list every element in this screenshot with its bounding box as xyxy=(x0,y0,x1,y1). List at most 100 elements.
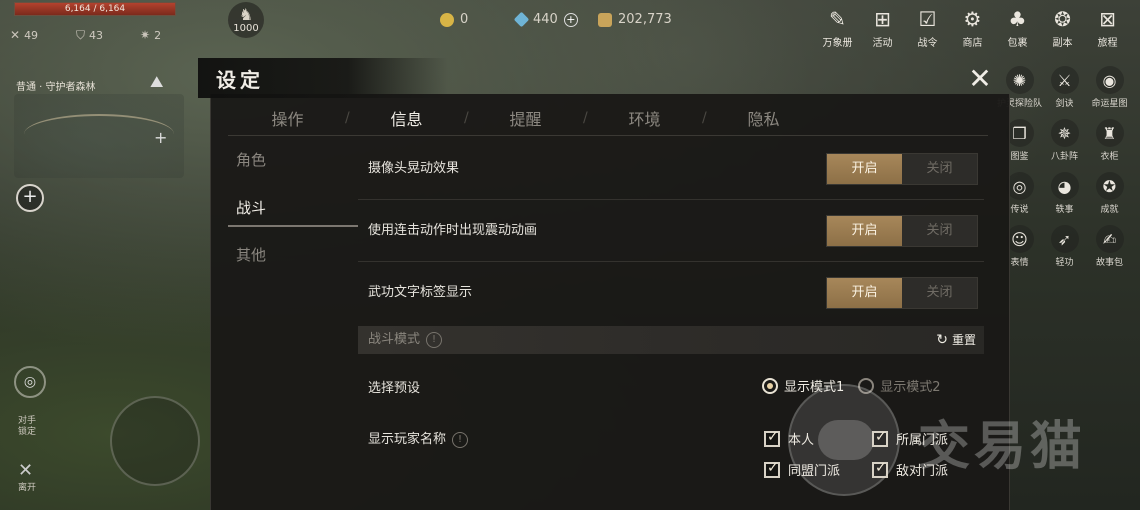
sword-icon: ⚔ xyxy=(1050,66,1079,94)
side-menu-item-story[interactable]: ✍ 故事包 xyxy=(1087,225,1132,268)
currency-3: 202,773 xyxy=(598,12,672,27)
camera-shake-toggle: 开启 关闭 xyxy=(826,153,978,185)
side-menu-item-wardrobe[interactable]: ♜ 衣柜 xyxy=(1087,119,1132,162)
preset-label: 选择预设 xyxy=(368,381,421,396)
info-icon[interactable]: ! xyxy=(452,431,469,448)
target-lock-icon[interactable]: ◎ xyxy=(14,366,46,398)
side-menu-item-bagua[interactable]: ✵ 八卦阵 xyxy=(1042,119,1087,162)
dialog-title: 设定 xyxy=(216,68,264,92)
top-menu-item-battlepass[interactable]: ☑ 战令 xyxy=(905,6,950,49)
player-names-label: 显示玩家名称 xyxy=(368,432,447,447)
info-icon[interactable]: ! xyxy=(426,331,443,348)
checkbox-own-sect[interactable]: 所属门派 xyxy=(872,429,948,448)
stat-attack: ✕ 49 xyxy=(10,28,38,42)
star-burst-icon: ✷ xyxy=(140,28,151,42)
toggle-on-option[interactable]: 开启 xyxy=(827,154,902,184)
currency-2-value: 440 xyxy=(533,12,558,27)
lock-icon: ◉ xyxy=(1095,66,1124,94)
side-menu-item-anecdote[interactable]: ◕ 轶事 xyxy=(1042,172,1087,215)
top-menu-item-wanxiangce[interactable]: ✎ 万象册 xyxy=(815,6,860,49)
watermark-cat-face xyxy=(818,420,874,460)
checkbox-label: 敌对门派 xyxy=(896,464,949,479)
toggle-on-option[interactable]: 开启 xyxy=(827,216,902,246)
journey-icon: ⊠ xyxy=(1099,7,1116,31)
subnav-item-character[interactable]: 角色 xyxy=(228,140,358,185)
shield-icon: ⛉ xyxy=(76,28,86,42)
hp-bar: 6,164 / 6,164 xyxy=(14,2,176,16)
checkbox-enemy-sect[interactable]: 敌对门派 xyxy=(872,460,948,479)
level-badge[interactable]: ♞ 1000 xyxy=(228,2,264,38)
toggle-on-option[interactable]: 开启 xyxy=(827,278,902,308)
refresh-icon: ↻ xyxy=(936,332,948,348)
close-button[interactable]: ✕ xyxy=(964,64,996,96)
gold-coin-icon xyxy=(440,12,454,27)
top-menu-item-bag[interactable]: ♣ 包裹 xyxy=(995,6,1040,49)
achievement-icon: ✪ xyxy=(1095,172,1124,200)
map-location: 昔通 · 守护者森林 xyxy=(16,82,96,93)
leave-icon[interactable]: ✕ xyxy=(18,460,33,481)
settings-subnav: 角色 战斗 其他 xyxy=(228,140,358,280)
movement-joystick[interactable] xyxy=(110,396,200,486)
setting-label: 武功文字标签显示 xyxy=(368,285,473,300)
gift-icon: ⊞ xyxy=(874,7,891,31)
checkbox-allied-sect[interactable]: 同盟门派 xyxy=(764,460,840,479)
setting-label: 摄像头晃动效果 xyxy=(368,161,460,176)
subnav-item-other[interactable]: 其他 xyxy=(228,235,358,280)
checkbox-label: 所属门派 xyxy=(896,433,949,448)
currency-1-value: 0 xyxy=(460,12,469,27)
setting-row-skill-label: 武功文字标签显示 开启 关闭 xyxy=(358,262,984,324)
top-menu-item-dungeon[interactable]: ❂ 副本 xyxy=(1040,6,1085,49)
currency-3-value: 202,773 xyxy=(618,12,672,27)
level-value: 1000 xyxy=(233,22,259,34)
top-menu-item-journey[interactable]: ⊠ 旅程 xyxy=(1085,6,1130,49)
tab-environment[interactable]: 环境 xyxy=(585,106,704,130)
character-icon: ♞ xyxy=(238,4,254,24)
checkbox-label: 同盟门派 xyxy=(788,464,841,479)
silver-ingot-icon xyxy=(598,12,612,27)
minimap-path xyxy=(24,114,174,154)
tab-reminders[interactable]: 提醒 xyxy=(466,106,585,130)
side-menu-item-starmap[interactable]: ◉ 命运星图 xyxy=(1087,66,1132,109)
stat-crit: ✷ 2 xyxy=(140,28,161,42)
checkbox-icon: ☑ xyxy=(918,7,937,31)
book-icon: ✎ xyxy=(829,7,846,31)
bagua-icon: ✵ xyxy=(1050,119,1079,147)
setting-row-combo-vibration: 使用连击动作时出现震动动画 开启 关闭 xyxy=(358,200,984,262)
subnav-item-combat[interactable]: 战斗 xyxy=(228,193,358,227)
top-menu-item-shop[interactable]: ⚙ 商店 xyxy=(950,6,995,49)
map-zoom-plus-icon[interactable]: + xyxy=(154,128,167,147)
gem-icon xyxy=(513,11,530,28)
tab-controls[interactable]: 操作 xyxy=(228,106,347,130)
story-icon: ✍ xyxy=(1095,225,1124,253)
side-menu-item-qinggong[interactable]: ➶ 轻功 xyxy=(1042,225,1087,268)
toggle-off-option[interactable]: 关闭 xyxy=(902,278,977,308)
wardrobe-icon: ♜ xyxy=(1095,119,1124,147)
radio-label: 显示模式2 xyxy=(880,380,941,395)
checkbox-box xyxy=(872,429,888,447)
tab-info[interactable]: 信息 xyxy=(347,106,466,130)
side-menu: ✺ 护灵探险队 ⚔ 剑诀 ◉ 命运星图 ❒ 图鉴 ✵ 八卦阵 ♜ 衣柜 ◎ 传说 ◕ 轶事 ✪ 成… xyxy=(997,66,1132,268)
tab-privacy[interactable]: 隐私 xyxy=(704,106,823,130)
hp-text: 6,164 / 6,164 xyxy=(64,4,126,14)
reset-label: 重置 xyxy=(951,333,976,347)
setting-label: 使用连击动作时出现震动动画 xyxy=(368,223,538,238)
checkbox-box xyxy=(872,460,888,478)
top-menu-item-activity[interactable]: ⊞ 活动 xyxy=(860,6,905,49)
map-toggle-icon[interactable]: ⛰ xyxy=(150,72,163,92)
leave-label: 离开 xyxy=(18,483,37,493)
section-label: 战斗模式! xyxy=(368,326,443,354)
stat-defense-value: 43 xyxy=(89,29,104,42)
checkbox-box xyxy=(764,429,780,447)
side-menu-item-sword[interactable]: ⚔ 剑诀 xyxy=(1042,66,1087,109)
setting-row-camera-shake: 摄像头晃动效果 开启 关闭 xyxy=(358,138,984,200)
add-currency-button[interactable]: + xyxy=(563,12,578,27)
checkbox-box xyxy=(764,460,780,478)
settings-tabs: 操作 / 信息 / 提醒 / 环境 / 隐私 xyxy=(228,100,988,136)
checkbox-self[interactable]: 本人 xyxy=(764,429,814,448)
side-menu-item-achievement[interactable]: ✪ 成就 xyxy=(1087,172,1132,215)
radio-dot xyxy=(762,377,778,394)
toggle-off-option[interactable]: 关闭 xyxy=(902,154,977,184)
reset-button[interactable]: ↻ 重置 xyxy=(936,326,976,354)
expand-button[interactable]: + xyxy=(16,184,44,212)
toggle-off-option[interactable]: 关闭 xyxy=(902,216,977,246)
